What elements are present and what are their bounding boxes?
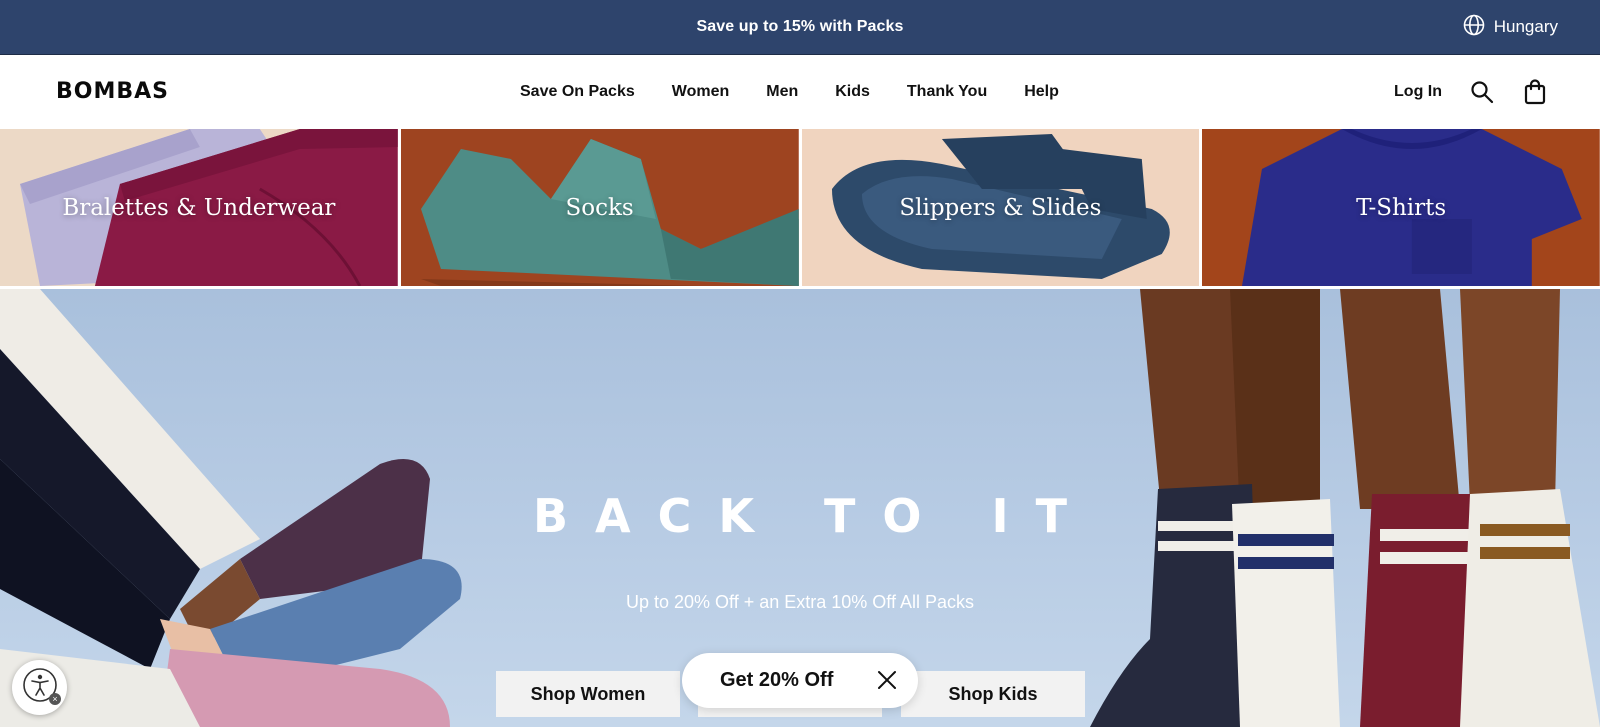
accessibility-button[interactable]: × bbox=[12, 660, 67, 715]
globe-icon bbox=[1463, 14, 1485, 41]
shop-kids-button[interactable]: Shop Kids bbox=[901, 671, 1085, 717]
category-label: Slippers & Slides bbox=[899, 194, 1102, 221]
shop-women-button[interactable]: Shop Women bbox=[496, 671, 680, 717]
search-icon[interactable] bbox=[1470, 80, 1494, 104]
category-tile-tshirts[interactable]: T-Shirts bbox=[1202, 129, 1600, 286]
main-nav: Save On Packs Women Men Kids Thank You H… bbox=[520, 55, 1096, 129]
category-label: Socks bbox=[565, 194, 634, 221]
nav-item-save-on-packs[interactable]: Save On Packs bbox=[520, 83, 635, 101]
nav-item-men[interactable]: Men bbox=[766, 83, 798, 101]
hero-title: BACK TO IT bbox=[532, 489, 1095, 543]
category-label: T-Shirts bbox=[1356, 194, 1447, 221]
close-icon[interactable] bbox=[876, 669, 898, 691]
site-header: BOMBAS Save On Packs Women Men Kids Than… bbox=[0, 54, 1600, 128]
category-tile-underwear[interactable]: Bralettes & Underwear bbox=[0, 129, 398, 286]
category-tiles: Bralettes & Underwear Socks Slippers & S… bbox=[0, 129, 1600, 286]
category-tile-socks[interactable]: Socks bbox=[400, 129, 799, 286]
category-tile-slippers[interactable]: Slippers & Slides bbox=[801, 129, 1200, 286]
hero-subtitle: Up to 20% Off + an Extra 10% Off All Pac… bbox=[625, 592, 974, 612]
nav-item-thank-you[interactable]: Thank You bbox=[907, 83, 987, 101]
login-link[interactable]: Log In bbox=[1394, 83, 1442, 101]
category-label: Bralettes & Underwear bbox=[62, 194, 336, 221]
close-badge-icon[interactable]: × bbox=[49, 693, 61, 705]
nav-item-kids[interactable]: Kids bbox=[835, 83, 870, 101]
header-actions: Log In bbox=[1394, 55, 1546, 129]
region-selector[interactable]: Hungary bbox=[1463, 0, 1558, 54]
nav-item-women[interactable]: Women bbox=[672, 83, 729, 101]
promo-label: Get 20% Off bbox=[720, 669, 834, 691]
announcement-bar: Save up to 15% with Packs Hungary bbox=[0, 0, 1600, 54]
shopping-bag-icon[interactable] bbox=[1524, 79, 1546, 105]
logo[interactable]: BOMBAS bbox=[56, 79, 169, 104]
promo-popup[interactable]: Get 20% Off bbox=[682, 653, 918, 708]
announcement-text: Save up to 15% with Packs bbox=[696, 18, 904, 35]
nav-item-help[interactable]: Help bbox=[1024, 83, 1059, 101]
region-label: Hungary bbox=[1493, 17, 1558, 36]
